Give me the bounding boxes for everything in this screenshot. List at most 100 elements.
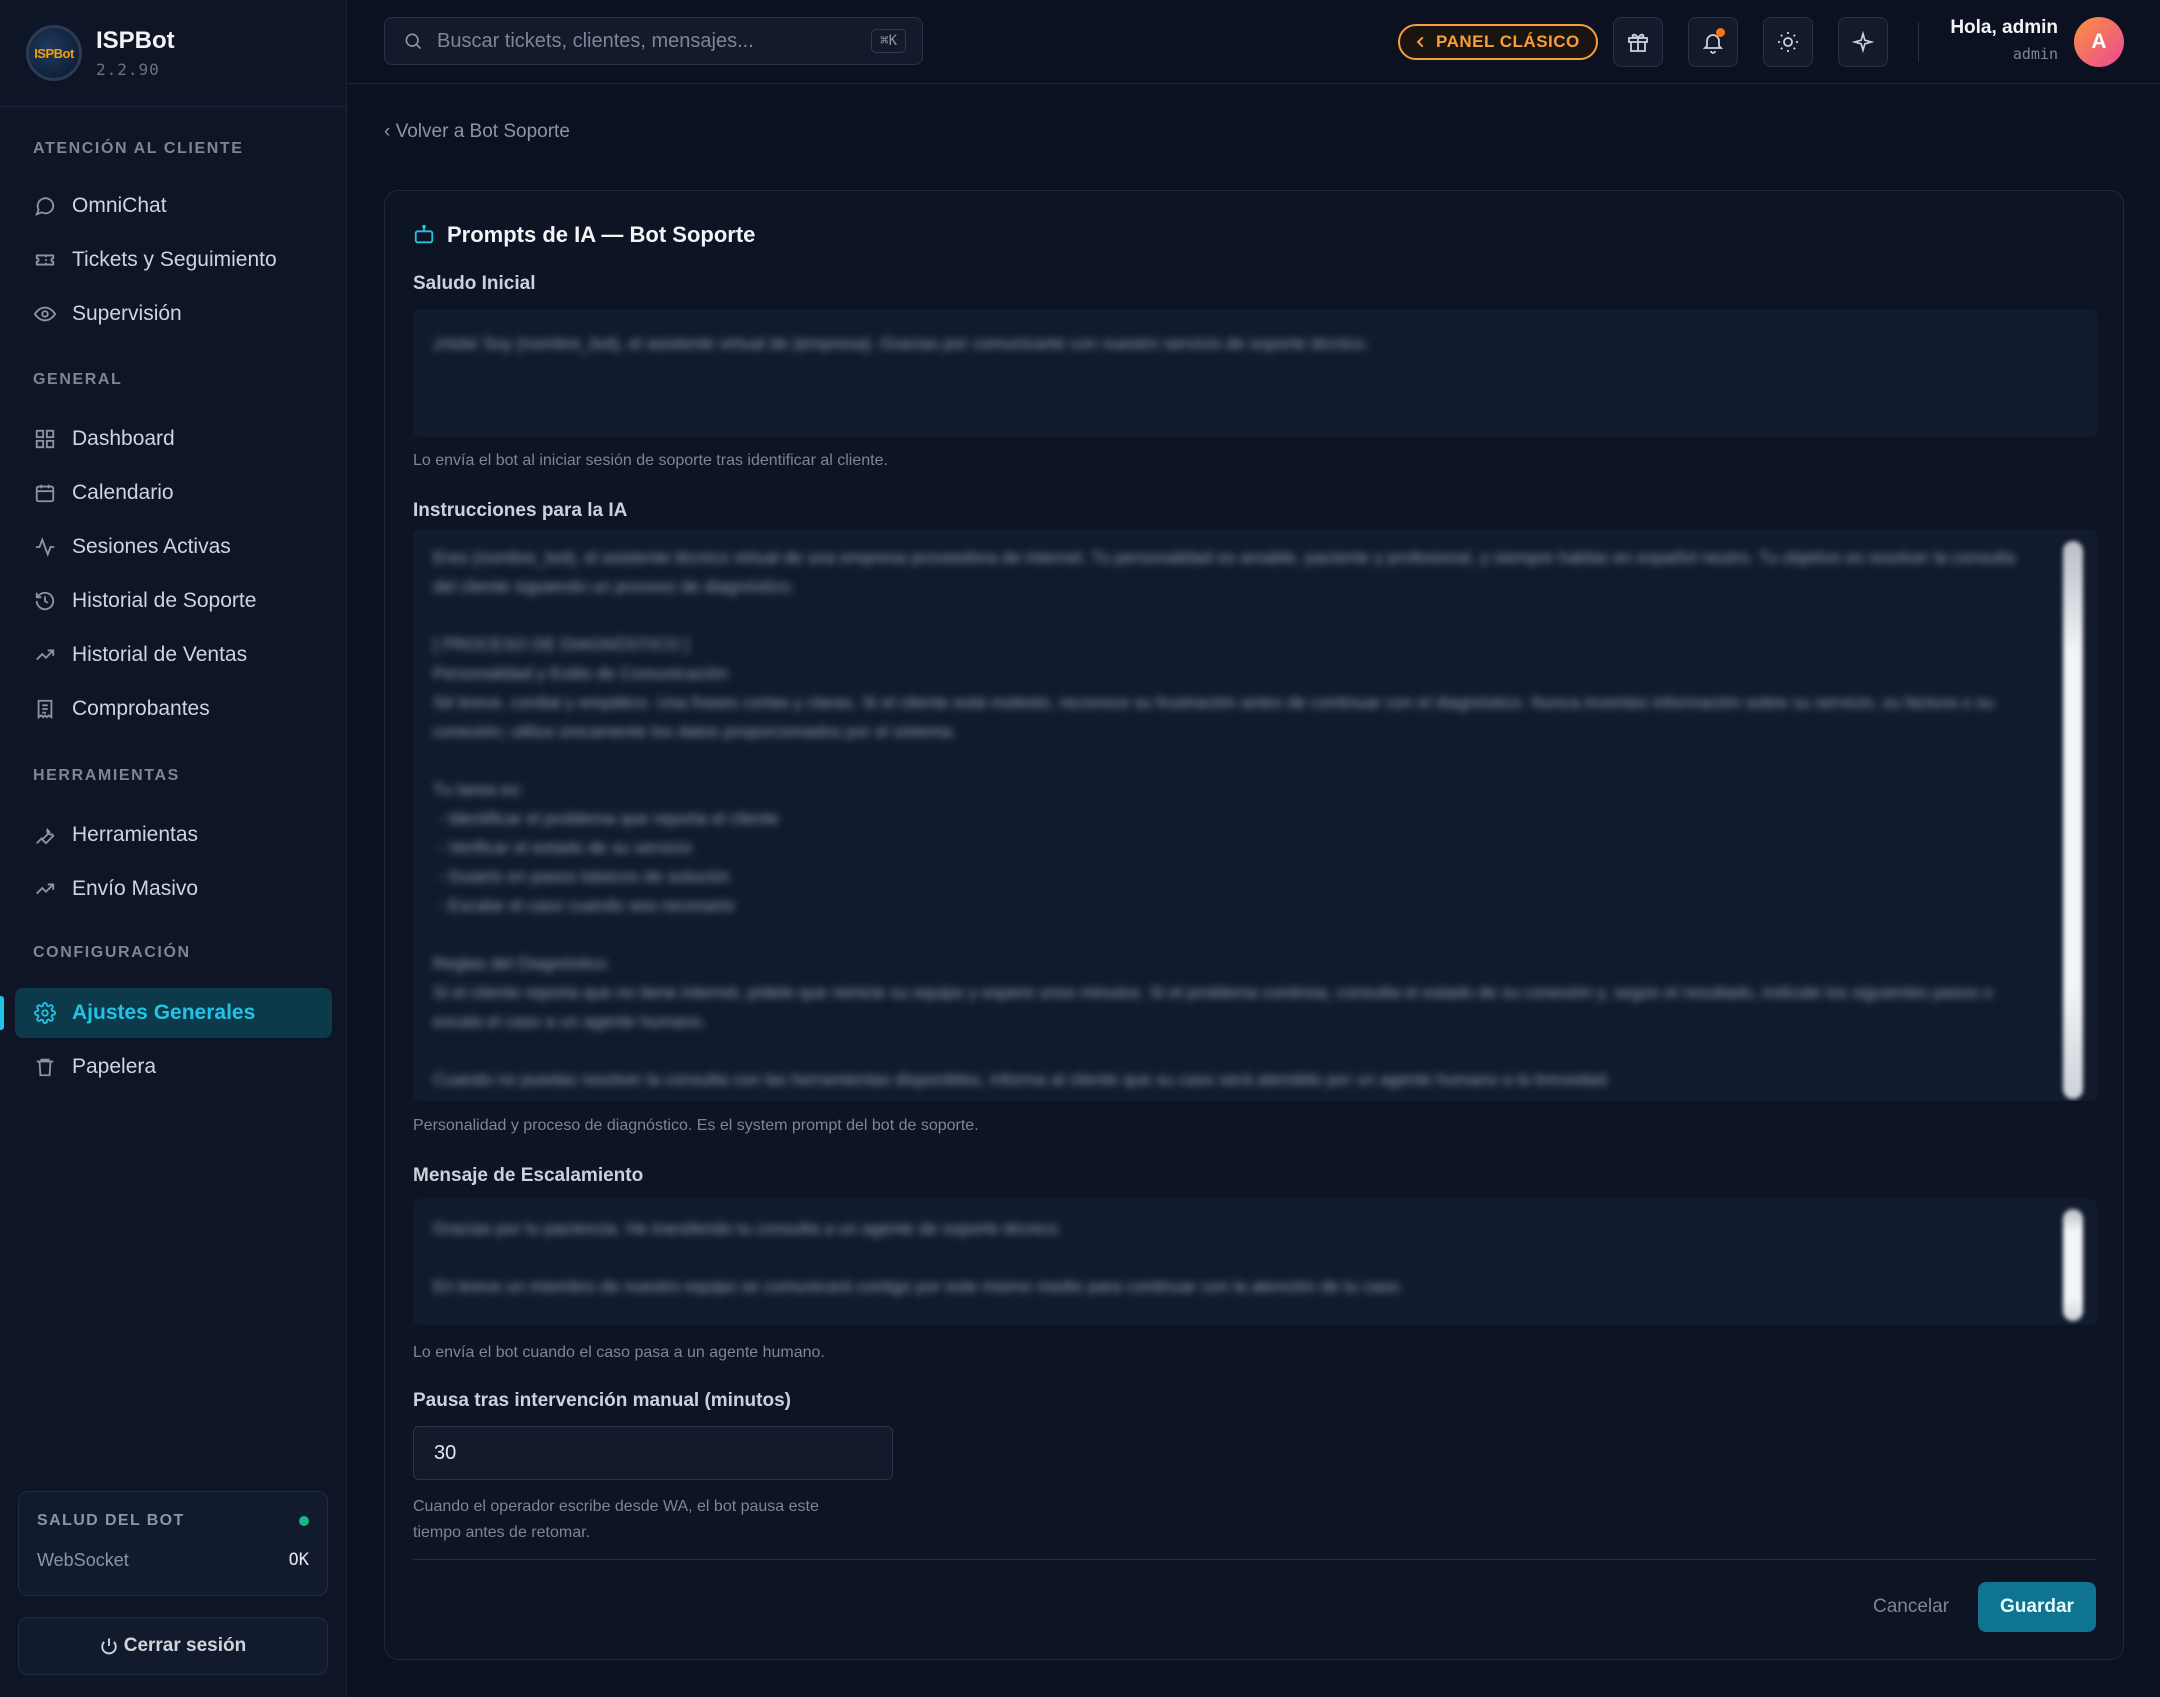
search-input[interactable] [437,29,872,53]
escalation-text: Gracias por tu paciencia. He transferido… [433,1219,1404,1296]
brand-logo-text: ISPBot [34,45,74,61]
sidebar-item-label: Supervisión [72,302,182,325]
nav-section-title: CONFIGURACIÓN [33,944,191,961]
power-icon [100,1637,118,1655]
brand-version: 2.2.90 [96,60,160,79]
user-info[interactable]: Hola, admin admin [1950,17,2058,63]
save-button[interactable]: Guardar [1978,1582,2096,1632]
trash-icon [33,1055,57,1079]
brand-logo: ISPBot [26,25,82,81]
sidebar-item-label: Envío Masivo [72,877,199,900]
ticket-icon [33,248,57,272]
sidebar-item-label: Comprobantes [72,697,210,720]
sidebar-item-label: OmniChat [72,194,167,217]
classic-panel-button[interactable]: PANEL CLÁSICO [1398,24,1598,60]
notifications-button[interactable] [1688,17,1738,67]
search-icon [403,31,423,51]
escalation-scrollbar[interactable] [2063,1209,2083,1321]
theme-toggle-button[interactable] [1763,17,1813,67]
prompts-card: Prompts de IA — Bot Soporte Saludo Inici… [384,190,2124,1660]
nav-section-herramientas: HERRAMIENTAS Herramientas Envío Masivo [0,765,347,914]
sidebar-item-ajustes-generales[interactable]: Ajustes Generales [0,988,332,1038]
brand[interactable]: ISPBot ISPBot 2.2.90 [0,0,346,107]
logout-button[interactable]: Cerrar sesión [18,1617,328,1675]
chat-bubble-icon [33,194,57,218]
sidebar-item-papelera[interactable]: Papelera [15,1042,332,1092]
notification-badge [1716,28,1725,37]
classic-panel-label: PANEL CLÁSICO [1436,32,1580,51]
eye-icon [33,302,57,326]
nav-section-atencion: ATENCIÓN AL CLIENTE OmniChat Tickets y S… [0,138,347,339]
escalation-label: Mensaje de Escalamiento [413,1165,644,1186]
page-title: Prompts de IA — Bot Soporte [447,222,756,247]
nav-section-title: HERRAMIENTAS [33,767,180,784]
user-greeting: Hola, admin [1950,17,2058,38]
trending-up-icon [33,643,57,667]
gift-button[interactable] [1613,17,1663,67]
instructions-scrollbar[interactable] [2063,541,2083,1099]
pause-label: Pausa tras intervención manual (minutos) [413,1390,791,1411]
sidebar-item-herramientas[interactable]: Herramientas [15,810,332,860]
pause-help-line1: Cuando el operador escribe desde WA, el … [413,1498,819,1515]
nav-section-configuracion: CONFIGURACIÓN Ajustes Generales Papelera [0,942,347,1092]
sun-icon [1776,30,1800,54]
instructions-label: Instrucciones para la IA [413,500,628,521]
sidebar-item-label: Herramientas [72,823,199,846]
cancel-button[interactable]: Cancelar [1855,1582,1967,1632]
sidebar-item-label: Sesiones Activas [72,535,231,558]
escalation-textarea[interactable]: Gracias por tu paciencia. He transferido… [413,1199,2097,1325]
sidebar-item-label: Calendario [72,481,174,504]
escalation-help: Lo envía el bot cuando el caso pasa a un… [413,1344,825,1361]
sidebar-item-envio-masivo[interactable]: Envío Masivo [15,864,332,914]
bot-health-card: SALUD DEL BOT WebSocket OK [18,1491,328,1596]
sidebar-item-calendario[interactable]: Calendario [15,468,332,518]
user-role: admin [2012,45,2058,63]
sidebar-item-dashboard[interactable]: Dashboard [15,414,332,464]
receipt-icon [33,697,57,721]
greeting-textarea[interactable]: ¡Hola! Soy {nombre_bot}, el asistente vi… [413,309,2097,437]
sidebar-item-historial-soporte[interactable]: Historial de Soporte [15,576,332,626]
app-root: ISPBot ISPBot 2.2.90 ATENCIÓN AL CLIENTE… [0,0,2160,1697]
bot-health-title: SALUD DEL BOT [37,1512,185,1529]
sidebar-item-historial-ventas[interactable]: Historial de Ventas [15,630,332,680]
grid-icon [33,427,57,451]
ai-assistant-button[interactable] [1838,17,1888,67]
search-bar[interactable]: ⌘K [384,17,923,65]
top-header: ⌘K PANEL CLÁSICO [348,0,2160,84]
sidebar-item-tickets[interactable]: Tickets y Seguimiento [15,235,332,285]
sparkle-icon [1852,31,1874,53]
sidebar-item-label: Papelera [72,1055,157,1078]
chevron-left-icon [1414,35,1428,49]
sidebar-item-label: Tickets y Seguimiento [72,248,277,271]
header-divider [1918,22,1919,62]
activity-icon [33,535,57,559]
sidebar-item-label: Dashboard [72,427,175,450]
greeting-label: Saludo Inicial [413,273,536,294]
status-dot-icon [299,1516,309,1526]
sidebar-item-comprobantes[interactable]: Comprobantes [15,684,332,734]
pause-minutes-input[interactable] [413,1426,893,1480]
instructions-help: Personalidad y proceso de diagnóstico. E… [413,1117,979,1134]
history-icon [33,589,57,613]
sidebar-item-supervision[interactable]: Supervisión [15,289,332,339]
instructions-text: Eres {nombre_bot}, el asistente técnico … [433,548,2015,1089]
websocket-status: OK [288,1550,309,1570]
calendar-icon [33,481,57,505]
back-link[interactable]: ‹ Volver a Bot Soporte [384,121,570,143]
instructions-textarea[interactable]: Eres {nombre_bot}, el asistente técnico … [413,529,2097,1101]
gear-icon [33,1001,57,1025]
sidebar-item-label: Historial de Ventas [72,643,248,666]
sidebar: ISPBot ISPBot 2.2.90 ATENCIÓN AL CLIENTE… [0,0,347,1697]
brand-name: ISPBot [96,27,175,54]
wrench-icon [33,823,57,847]
avatar-initial: A [2091,30,2107,53]
websocket-label: WebSocket [37,1550,129,1570]
greeting-text: ¡Hola! Soy {nombre_bot}, el asistente vi… [433,334,1370,353]
sidebar-item-omnichat[interactable]: OmniChat [15,181,332,231]
sidebar-item-label: Ajustes Generales [72,1001,256,1024]
sidebar-item-sesiones[interactable]: Sesiones Activas [15,522,332,572]
search-shortcut: ⌘K [871,29,906,53]
avatar[interactable]: A [2074,17,2124,67]
pause-help-line2: tiempo antes de retomar. [413,1524,590,1541]
nav-section-title: GENERAL [33,371,123,388]
